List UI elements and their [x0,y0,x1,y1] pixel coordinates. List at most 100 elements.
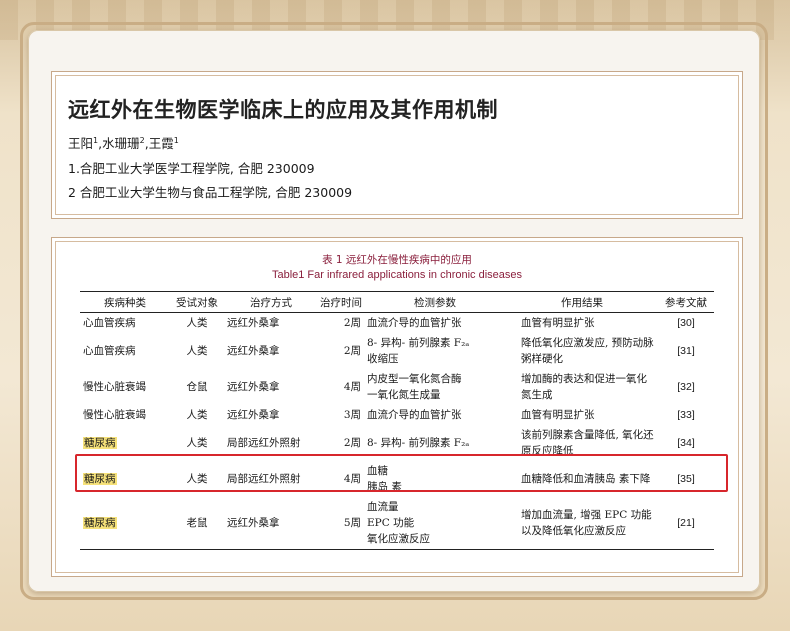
params-cell: 血流介导的血管扩张 [364,405,506,425]
reference-cell: [35] [677,473,695,485]
method-cell: 远红外桑拿 [227,317,280,329]
result-cell: 该前列腺素含量降低, 氧化还原反应降低 [506,425,658,461]
subject-cell: 老鼠 [170,497,224,550]
table-row: 慢性心脏衰竭 仓鼠 远红外桑拿 4周 内皮型一氧化氮合酶 一氧化氮生成量 增加酶的… [80,369,714,405]
param-line: 血流介导的血管扩张 [367,409,462,421]
param-line: EPC 功能 [367,517,415,529]
result-text: 增加血流量, 增强 EPC 功能以及降低氧化应激反应 [521,509,652,537]
result-cell: 血管有明显扩张 [506,405,658,425]
disease-cell: 慢性心脏衰竭 [83,381,146,393]
time-cell: 2周 [343,317,361,329]
time-cell: 5周 [318,497,364,550]
affiliation-1: 1.合肥工业大学医学工程学院, 合肥 230009 [68,161,315,176]
time-cell: 2周 [343,345,361,357]
result-text: 该前列腺素含量降低, 氧化还原反应降低 [521,429,654,457]
disease-cell: 糖尿病 [80,425,170,461]
method-cell: 远红外桑拿 [227,345,280,357]
param-line: 氧化应激反应 [367,533,430,545]
data-table: 疾病种类 受试对象 治疗方式 治疗时间 检测参数 作用结果 参考文献 心血管疾病… [80,291,714,550]
disease-cell: 心血管疾病 [83,317,136,329]
column-header: 受试对象 [170,291,224,313]
param-line: 血流量 [367,501,399,513]
param-line: 8- 异构- 前列腺素 F₂ₐ [367,337,470,349]
params-cell: 内皮型一氧化氮合酶 一氧化氮生成量 [364,369,506,405]
param-line: 一氧化氮生成量 [367,389,441,401]
highlighted-disease: 糖尿病 [83,517,117,529]
time-cell: 2周 [343,437,361,449]
author-name: 水珊珊 [102,136,140,151]
disease-cell: 心血管疾病 [83,345,136,357]
table-row: 心血管疾病 人类 远红外桑拿 2周 8- 异构- 前列腺素 F₂ₐ 收缩压 降低氧… [80,333,714,369]
subject-cell: 人类 [186,473,208,485]
author-name: 王阳 [68,136,94,151]
author-name: 王霞 [148,136,174,151]
highlighted-disease: 糖尿病 [83,473,117,485]
subject-cell: 人类 [186,317,208,329]
reference-cell: [31] [677,345,695,357]
column-header: 治疗方式 [224,291,318,313]
time-cell: 4周 [343,473,361,485]
reference-cell: [33] [677,409,695,421]
subject-cell: 人类 [186,437,208,449]
column-header: 检测参数 [364,291,506,313]
param-line: 血流介导的血管扩张 [367,317,462,329]
result-text: 血管有明显扩张 [521,317,595,329]
column-header: 疾病种类 [80,291,170,313]
author-list: 王阳1,水珊珊2,王霞1 [68,135,179,151]
subject-cell: 人类 [186,409,208,421]
result-cell: 增加酶的表达和促进一氧化氮生成 [506,369,658,405]
result-cell: 增加血流量, 增强 EPC 功能以及降低氧化应激反应 [506,497,658,550]
table-header-row: 疾病种类 受试对象 治疗方式 治疗时间 检测参数 作用结果 参考文献 [80,291,714,313]
affiliation-2: 2 合肥工业大学生物与食品工程学院, 合肥 230009 [68,185,353,200]
param-line: 8- 异构- 前列腺素 F₂ₐ [367,437,470,449]
param-line: 血糖 [367,465,388,477]
table-row: 糖尿病 人类 局部远红外照射 4周 血糖胰岛 素 血糖降低和血清胰岛 素下降 [… [80,461,714,497]
result-text: 降低氧化应激发应, 预防动脉粥样硬化 [521,337,654,365]
article-header-panel: 远红外在生物医学临床上的应用及其作用机制 王阳1,水珊珊2,王霞1 1.合肥工业… [51,71,743,219]
reference-cell: [32] [677,381,695,393]
time-cell: 3周 [343,409,361,421]
table-panel: 表 1 远红外在慢性疾病中的应用 Table1 Far infrared app… [51,237,743,577]
result-text: 血糖降低和血清胰岛 素下降 [521,473,651,485]
table-row: 糖尿病 人类 局部远红外照射 2周 8- 异构- 前列腺素 F₂ₐ 该前列腺素含… [80,425,714,461]
params-cell: 血流介导的血管扩张 [364,313,506,334]
article-title: 远红外在生物医学临床上的应用及其作用机制 [68,98,498,122]
disease-cell: 慢性心脏衰竭 [83,409,146,421]
author-affiliation-mark: 1 [173,135,179,145]
method-cell: 远红外桑拿 [227,381,280,393]
params-cell: 血糖 胰岛 素 [364,461,506,497]
highlighted-disease: 糖尿病 [83,437,117,449]
table-row: 慢性心脏衰竭 人类 远红外桑拿 3周 血流介导的血管扩张 血管有明显扩张 [33… [80,405,714,425]
table-caption-en: Table1 Far infrared applications in chro… [271,269,523,281]
table-row: 心血管疾病 人类 远红外桑拿 2周 血流介导的血管扩张 血管有明显扩张 [30] [80,313,714,334]
column-header: 作用结果 [506,291,658,313]
author-affiliation-mark: 1 [93,135,99,145]
table-caption-zh: 表 1 远红外在慢性疾病中的应用 [322,254,472,266]
time-cell: 4周 [343,381,361,393]
params-cell: 8- 异构- 前列腺素 F₂ₐ 收缩压 [364,333,506,369]
method-cell: 局部远红外照射 [227,437,301,449]
table-row: 糖尿病 老鼠 远红外桑拿 5周 血流量 EPC 功能氧化应激反应 增加血流量, 增… [80,497,714,550]
param-line: 收缩压 [367,353,399,365]
result-cell: 血管有明显扩张 [506,313,658,334]
column-header: 治疗时间 [318,291,364,313]
column-header: 参考文献 [658,291,714,313]
result-cell: 降低氧化应激发应, 预防动脉粥样硬化 [506,333,658,369]
reference-cell: [34] [677,437,695,449]
result-cell: 血糖降低和血清胰岛 素下降 [506,461,658,497]
method-cell: 远红外桑拿 [224,497,318,550]
author-affiliation-mark: 2 [139,135,145,145]
param-line: 胰岛 素 [367,481,402,493]
params-cell: 8- 异构- 前列腺素 F₂ₐ [364,425,506,461]
subject-cell: 人类 [186,345,208,357]
method-cell: 局部远红外照射 [227,473,301,485]
param-line: 内皮型一氧化氮合酶 [367,373,462,385]
params-cell: 血流量 EPC 功能氧化应激反应 [364,497,506,550]
disease-cell: 糖尿病 [80,461,170,497]
result-text: 增加酶的表达和促进一氧化氮生成 [521,373,647,401]
disease-cell: 糖尿病 [80,497,170,550]
reference-cell: [21] [658,497,714,550]
subject-cell: 仓鼠 [186,381,208,393]
result-text: 血管有明显扩张 [521,409,595,421]
method-cell: 远红外桑拿 [227,409,280,421]
